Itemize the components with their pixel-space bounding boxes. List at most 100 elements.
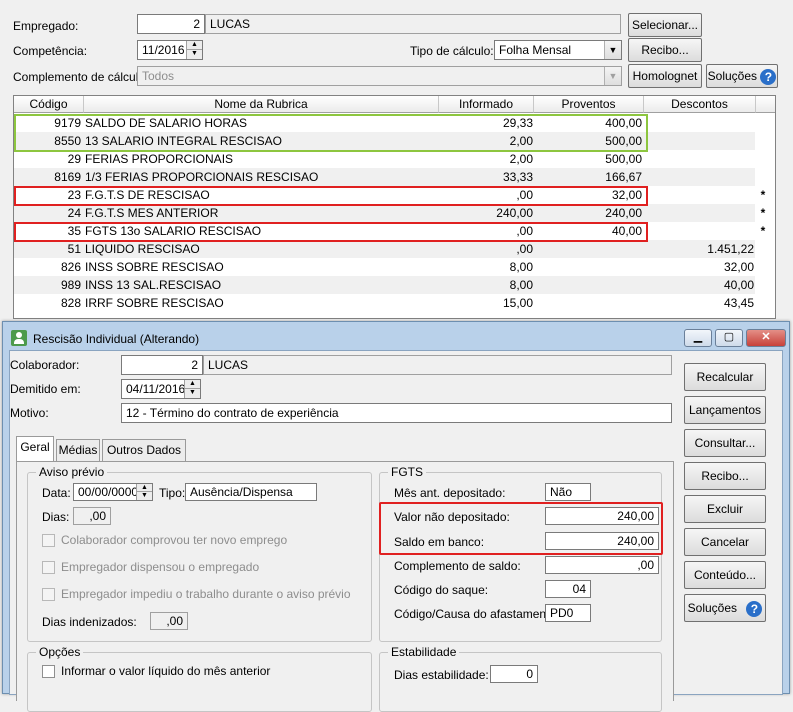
spin-up-icon[interactable]: ▲: [137, 484, 152, 492]
competencia-value: 11/2016: [142, 43, 185, 57]
table-row[interactable]: 8550 13 SALARIO INTEGRAL RESCISAO 2,00 500,…: [14, 132, 755, 150]
motivo-input[interactable]: 12 - Término do contrato de experiência: [121, 403, 672, 423]
cell-codigo: 8550: [54, 134, 81, 148]
tab-medias[interactable]: Médias: [56, 439, 100, 461]
column-header-proventos[interactable]: Proventos: [534, 96, 644, 113]
cell-proventos: 500,00: [605, 152, 642, 166]
selecionar-button[interactable]: Selecionar...: [628, 13, 702, 37]
recibo-dialog-button[interactable]: Recibo...: [684, 462, 766, 490]
aviso-previo-title: Aviso prévio: [36, 465, 108, 479]
cell-nome: LIQUIDO RESCISAO: [85, 242, 200, 256]
spin-up-icon[interactable]: ▲: [187, 41, 202, 50]
cell-codigo: 29: [67, 152, 81, 166]
recalcular-button[interactable]: Recalcular: [684, 363, 766, 391]
lancamentos-button[interactable]: Lançamentos: [684, 396, 766, 424]
chevron-down-icon[interactable]: ▼: [604, 67, 621, 85]
cell-proventos: 166,67: [605, 170, 642, 184]
table-row[interactable]: 35 FGTS 13o SALARIO RESCISAO ,00 40,00 *: [14, 222, 766, 240]
maximize-icon[interactable]: ▢: [715, 329, 743, 347]
fgts-title: FGTS: [388, 465, 426, 479]
estabilidade-title: Estabilidade: [388, 645, 460, 659]
tipo-calculo-select[interactable]: Folha Mensal ▼: [494, 40, 622, 60]
spin-down-icon[interactable]: ▼: [185, 389, 200, 398]
aviso-data-input[interactable]: 00/00/0000 ▲ ▼: [73, 483, 153, 501]
codigo-causa-input[interactable]: PD0: [545, 604, 591, 622]
cell-informado: ,00: [516, 188, 533, 202]
cell-proventos: 400,00: [605, 116, 642, 130]
empregado-code-input[interactable]: 2: [137, 14, 205, 34]
tab-outros-dados[interactable]: Outros Dados: [102, 439, 186, 461]
dias-indenizados-label: Dias indenizados:: [42, 615, 137, 629]
column-header-informado[interactable]: Informado: [439, 96, 534, 113]
consultar-button[interactable]: Consultar...: [684, 429, 766, 457]
cell-descontos: 43,45: [723, 296, 754, 310]
aviso-tipo-input[interactable]: Ausência/Dispensa: [185, 483, 317, 501]
table-row[interactable]: 8169 1/3 FERIAS PROPORCIONAIS RESCISAO 33,…: [14, 168, 755, 186]
checkbox-empregador-dispensou[interactable]: [42, 561, 55, 574]
aviso-data-spinner[interactable]: ▲ ▼: [136, 484, 152, 500]
cell-informado: 15,00: [502, 296, 533, 310]
checkbox-novo-emprego[interactable]: [42, 534, 55, 547]
empregado-label: Empregado:: [13, 19, 79, 33]
chevron-down-icon[interactable]: ▼: [604, 41, 621, 59]
close-icon[interactable]: ✕: [746, 329, 786, 347]
cell-codigo: 826: [60, 260, 81, 274]
empregador-impediu-label: Empregador impediu o trabalho durante o …: [61, 587, 351, 601]
aviso-data-value: 00/00/0000: [78, 485, 139, 499]
column-header-extra: [756, 96, 775, 113]
codigo-saque-input[interactable]: 04: [545, 580, 591, 598]
conteudo-button[interactable]: Conteúdo...: [684, 561, 766, 589]
dias-estabilidade-input[interactable]: 0: [490, 665, 538, 683]
spin-down-icon[interactable]: ▼: [187, 50, 202, 59]
competencia-spinner[interactable]: ▲ ▼: [186, 41, 202, 59]
spin-up-icon[interactable]: ▲: [185, 380, 200, 389]
cell-codigo: 989: [60, 278, 81, 292]
opcoes-title: Opções: [36, 645, 84, 659]
table-row[interactable]: 828 IRRF SOBRE RESCISAO 15,00 43,45: [14, 294, 755, 312]
table-row[interactable]: 989 INSS 13 SAL.RESCISAO 8,00 40,00: [14, 276, 755, 294]
aviso-previo-group: Aviso prévio Data: 00/00/0000 ▲ ▼ Tipo: A…: [27, 465, 372, 642]
column-header-descontos[interactable]: Descontos: [644, 96, 756, 113]
cancelar-button[interactable]: Cancelar: [684, 528, 766, 556]
solucoes-dialog-label: Soluções: [687, 601, 738, 615]
checkbox-informar-liquido[interactable]: [42, 665, 55, 678]
tipo-calculo-value: Folha Mensal: [499, 43, 572, 57]
tab-geral[interactable]: Geral: [16, 436, 54, 461]
table-row[interactable]: 24 F.G.T.S MES ANTERIOR 240,00 240,00 *: [14, 204, 765, 222]
tipo-calculo-label: Tipo de cálculo:: [410, 44, 494, 58]
cell-informado: ,00: [516, 242, 533, 256]
aviso-dias-label: Dias:: [42, 510, 70, 524]
complemento-select[interactable]: Todos ▼: [137, 66, 622, 86]
dias-estabilidade-label: Dias estabilidade:: [394, 668, 489, 682]
help-icon: ?: [746, 600, 763, 617]
mes-ant-input[interactable]: Não: [545, 483, 591, 501]
homolognet-button[interactable]: Homolognet: [628, 64, 702, 88]
help-icon: ?: [760, 68, 777, 85]
rubricas-grid[interactable]: Código Nome da Rubrica Informado Provent…: [13, 95, 776, 319]
column-header-codigo[interactable]: Código: [14, 96, 84, 113]
table-row[interactable]: 51 LIQUIDO RESCISAO ,00 1.451,22: [14, 240, 755, 258]
empregador-dispensou-label: Empregador dispensou o empregado: [61, 560, 260, 574]
rescisao-dialog: Rescisão Individual (Alterando) ▁ ▢ ✕ Co…: [2, 321, 790, 712]
solucoes-dialog-button[interactable]: Soluções ?: [684, 594, 766, 622]
minimize-icon[interactable]: ▁: [684, 329, 712, 347]
table-row[interactable]: 9179 SALDO DE SALARIO HORAS 29,33 400,00: [14, 114, 755, 132]
colaborador-code-input[interactable]: 2: [121, 355, 203, 375]
solucoes-button[interactable]: Soluções ?: [706, 64, 778, 88]
excluir-button[interactable]: Excluir: [684, 495, 766, 523]
demitido-spinner[interactable]: ▲ ▼: [184, 380, 200, 398]
saldo-banco-input[interactable]: 240,00: [545, 532, 659, 550]
column-header-nome[interactable]: Nome da Rubrica: [84, 96, 439, 113]
complemento-saldo-input[interactable]: ,00: [545, 556, 659, 574]
solucoes-label: Soluções: [707, 69, 758, 83]
cell-informado: 240,00: [496, 206, 533, 220]
table-row[interactable]: 826 INSS SOBRE RESCISAO 8,00 32,00: [14, 258, 755, 276]
table-row[interactable]: 23 F.G.T.S DE RESCISAO ,00 32,00 *: [14, 186, 766, 204]
table-row[interactable]: 29 FERIAS PROPORCIONAIS 2,00 500,00: [14, 150, 755, 168]
spin-down-icon[interactable]: ▼: [137, 492, 152, 500]
valor-nao-dep-input[interactable]: 240,00: [545, 507, 659, 525]
competencia-input[interactable]: 11/2016 ▲ ▼: [137, 40, 203, 60]
demitido-input[interactable]: 04/11/2016 ▲ ▼: [121, 379, 201, 399]
recibo-button[interactable]: Recibo...: [628, 38, 702, 62]
checkbox-empregador-impediu[interactable]: [42, 588, 55, 601]
